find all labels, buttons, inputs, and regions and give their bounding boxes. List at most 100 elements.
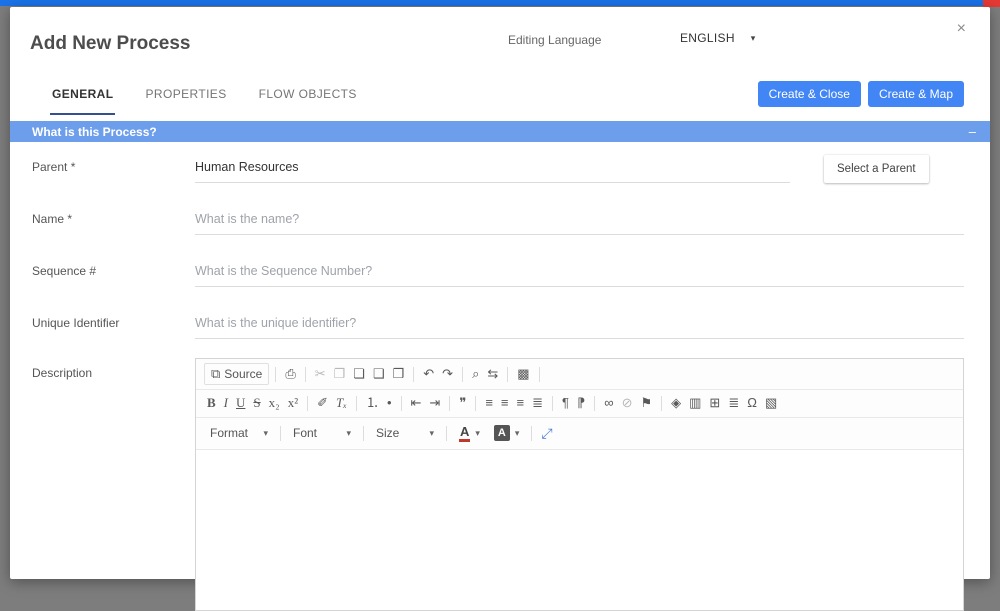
toolbar-separator	[280, 425, 281, 441]
paste-text-icon[interactable]: ❑	[370, 365, 388, 383]
chevron-down-icon: ▾	[514, 427, 520, 438]
strikethrough-button-glyph: S	[253, 395, 261, 411]
sequence-row: Sequence #	[32, 254, 964, 287]
paste-word-icon[interactable]: ❒	[390, 365, 408, 383]
format-dropdown[interactable]: Format ▾	[205, 423, 273, 443]
font-dropdown-label: Font	[293, 426, 318, 441]
unlink-icon[interactable]: ⊘	[619, 394, 636, 412]
sequence-input[interactable]	[195, 258, 964, 287]
text-color-button[interactable]: A ▾	[455, 423, 484, 444]
toolbar-separator	[363, 425, 364, 441]
replace-icon-glyph: ⇆	[487, 366, 499, 381]
redo-icon[interactable]: ↷	[439, 365, 456, 383]
remove-format-icon[interactable]: Tₓ	[333, 394, 350, 412]
format-dropdown-label: Format	[210, 426, 249, 441]
page-title: Add New Process	[30, 33, 191, 54]
toolbar-separator	[661, 395, 663, 411]
bold-button[interactable]: B	[204, 394, 219, 412]
toolbar-separator	[475, 395, 477, 411]
page-break-icon-glyph: ≣	[728, 395, 740, 411]
background-red-badge	[983, 0, 1000, 7]
toolbar-separator	[413, 366, 415, 382]
close-icon[interactable]: ×	[957, 21, 966, 37]
unique-identifier-input[interactable]	[195, 310, 964, 339]
subscript-button-glyph: x₂	[268, 395, 280, 411]
tab-general[interactable]: GENERAL	[50, 77, 116, 115]
bulleted-list-icon[interactable]: •	[384, 394, 395, 412]
strikethrough-button[interactable]: S	[250, 394, 263, 412]
iframe-icon[interactable]: ▥	[686, 394, 704, 412]
numbered-list-icon[interactable]: ⒈	[363, 394, 382, 412]
link-icon[interactable]: ∞	[601, 394, 616, 412]
paste-icon[interactable]: ❏	[350, 365, 368, 383]
print-icon[interactable]: ⎙	[282, 365, 298, 383]
blockquote-icon[interactable]: ❞	[456, 394, 469, 412]
language-select[interactable]: ENGLISH ▾	[680, 31, 756, 45]
toolbar-separator	[275, 366, 277, 382]
background-color-icon: A	[493, 425, 510, 442]
print-icon-glyph: ⎙	[285, 366, 296, 381]
parent-input[interactable]	[195, 154, 790, 183]
source-button[interactable]: ⧉ Source	[204, 363, 270, 386]
underline-button[interactable]: U	[233, 394, 248, 412]
name-row: Name *	[32, 202, 964, 235]
replace-icon[interactable]: ⇆	[484, 365, 501, 383]
align-left-icon[interactable]: ≡	[482, 394, 496, 412]
link-icon-glyph: ∞	[604, 395, 614, 411]
align-center-icon[interactable]: ≡	[498, 394, 512, 412]
chevron-down-icon: ▾	[429, 427, 434, 438]
align-justify-icon[interactable]: ≣	[529, 394, 546, 412]
cut-icon[interactable]: ✂	[312, 365, 329, 383]
text-direction-ltr-icon-glyph: ¶	[562, 395, 569, 411]
create-and-map-button[interactable]: Create & Map	[867, 81, 964, 107]
italic-button-glyph: I	[223, 395, 229, 411]
select-all-icon[interactable]: ▩	[514, 365, 532, 383]
text-direction-rtl-icon[interactable]: ⁋	[574, 394, 588, 412]
redo-icon-glyph: ↷	[442, 366, 454, 381]
process-form: Parent * Select a Parent Name * Sequence…	[10, 142, 990, 611]
add-new-process-dialog: Add New Process Editing Language ENGLISH…	[10, 7, 990, 611]
decrease-indent-icon[interactable]: ⇤	[408, 394, 425, 412]
size-dropdown[interactable]: Size ▾	[371, 423, 439, 443]
find-icon[interactable]: ⌕	[469, 365, 482, 383]
image-icon-glyph: ▧	[764, 395, 778, 411]
copy-formatting-icon[interactable]: ✐	[314, 394, 331, 412]
superscript-button[interactable]: x²	[285, 394, 301, 412]
create-and-close-button[interactable]: Create & Close	[757, 81, 861, 107]
editor-toolbar-row3: Format ▾ Font ▾ Size ▾ A ▾ A ▾ ⤢	[196, 417, 963, 450]
name-input[interactable]	[195, 206, 964, 235]
tab-flow-objects[interactable]: FLOW OBJECTS	[257, 77, 359, 115]
collapse-icon[interactable]: –	[969, 124, 976, 139]
copy-icon[interactable]: ❐	[331, 365, 349, 383]
increase-indent-icon[interactable]: ⇥	[426, 394, 443, 412]
tab-bar: GENERAL PROPERTIES FLOW OBJECTS	[50, 77, 359, 115]
table-icon[interactable]: ⊞	[706, 394, 723, 412]
editor-toolbar-row2: B I U Sx₂ x² ✐ Tₓ ⒈ • ⇤ ⇥ ❞ ≡ ≡ ≡ ≣ ¶ ⁋ ∞ ⊘ ⚑ ◈ ▥ ⊞ ≣ Ω ▧	[196, 390, 963, 418]
background-color-button[interactable]: A ▾	[490, 423, 523, 443]
cut-icon-glyph: ✂	[314, 366, 326, 381]
undo-icon[interactable]: ↶	[420, 365, 437, 383]
size-dropdown-label: Size	[376, 426, 400, 441]
underline-button-glyph: U	[236, 395, 246, 411]
dialog-actions: Create & Close Create & Map	[751, 81, 964, 107]
text-direction-ltr-icon[interactable]: ¶	[559, 394, 572, 412]
paste-text-icon-glyph: ❑	[372, 366, 385, 381]
image-icon[interactable]: ▧	[762, 394, 780, 412]
media-icon[interactable]: ◈	[668, 394, 684, 412]
page-break-icon[interactable]: ≣	[725, 394, 742, 412]
select-parent-button[interactable]: Select a Parent	[824, 155, 929, 183]
maximize-icon[interactable]: ⤢	[538, 424, 555, 443]
toolbar-separator	[462, 366, 464, 382]
parent-row: Parent * Select a Parent	[32, 150, 964, 183]
subscript-button[interactable]: x₂	[266, 394, 283, 412]
toolbar-separator	[594, 395, 596, 411]
bulleted-list-icon-glyph: •	[386, 395, 392, 411]
italic-button[interactable]: I	[221, 394, 231, 412]
editor-content-area[interactable]	[196, 449, 963, 610]
paste-word-icon-glyph: ❒	[392, 366, 405, 381]
tab-properties[interactable]: PROPERTIES	[143, 77, 228, 115]
align-right-icon[interactable]: ≡	[514, 394, 528, 412]
font-dropdown[interactable]: Font ▾	[288, 423, 356, 443]
anchor-icon[interactable]: ⚑	[637, 394, 655, 412]
special-character-icon[interactable]: Ω	[744, 394, 760, 412]
